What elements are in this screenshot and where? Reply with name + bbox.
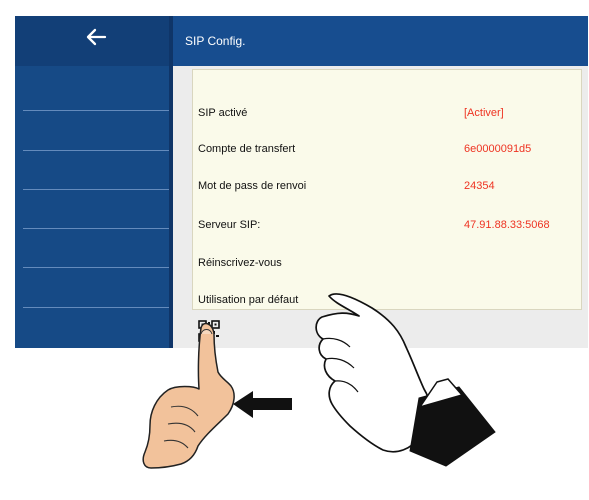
gesture-overlay [142, 293, 496, 469]
left-arrow-icon [233, 391, 292, 418]
pointing-hand-icon [142, 322, 235, 469]
suited-pointing-hand-icon [315, 293, 496, 467]
